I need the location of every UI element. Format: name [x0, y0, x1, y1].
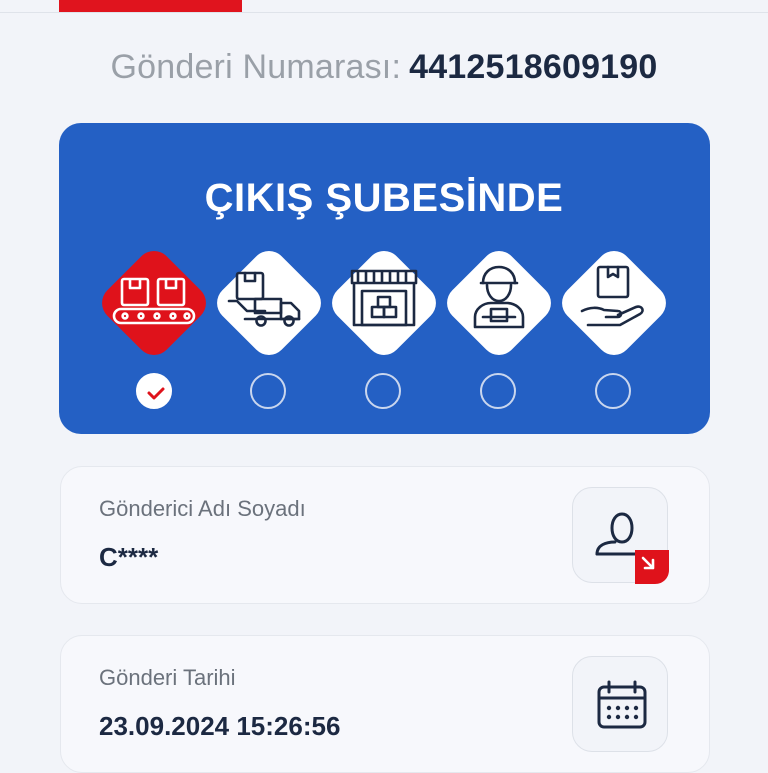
check-icon	[147, 387, 165, 400]
sender-icon-button[interactable]	[572, 487, 669, 584]
conveyor-boxes-icon	[112, 277, 196, 325]
sender-label: Gönderici Adı Soyadı	[99, 496, 306, 521]
date-icon-button[interactable]	[572, 656, 668, 752]
date-label: Gönderi Tarihi	[99, 665, 236, 690]
step-3-status	[365, 373, 401, 409]
warehouse-icon	[350, 269, 418, 327]
shipment-number-label: Gönderi Numarası:	[110, 48, 402, 86]
courier-icon	[473, 265, 525, 329]
step-5-status	[595, 373, 631, 409]
step-2-status	[250, 373, 286, 409]
step-4-status	[480, 373, 516, 409]
delivery-truck-icon	[227, 271, 301, 327]
sender-value: C****	[99, 542, 159, 572]
top-tab-divider	[0, 12, 768, 13]
shipment-number-row: Gönderi Numarası: 4412518609190	[0, 46, 768, 88]
shipment-number-value: 4412518609190	[409, 48, 658, 86]
calendar-icon	[597, 680, 647, 729]
user-arrow-icon	[595, 512, 669, 584]
step-1-status	[136, 373, 172, 409]
status-title: ÇIKIŞ ŞUBESİNDE	[204, 176, 564, 220]
package-in-hand-icon	[580, 265, 644, 327]
active-tab-indicator	[59, 0, 242, 12]
date-value: 23.09.2024 15:26:56	[99, 711, 341, 741]
